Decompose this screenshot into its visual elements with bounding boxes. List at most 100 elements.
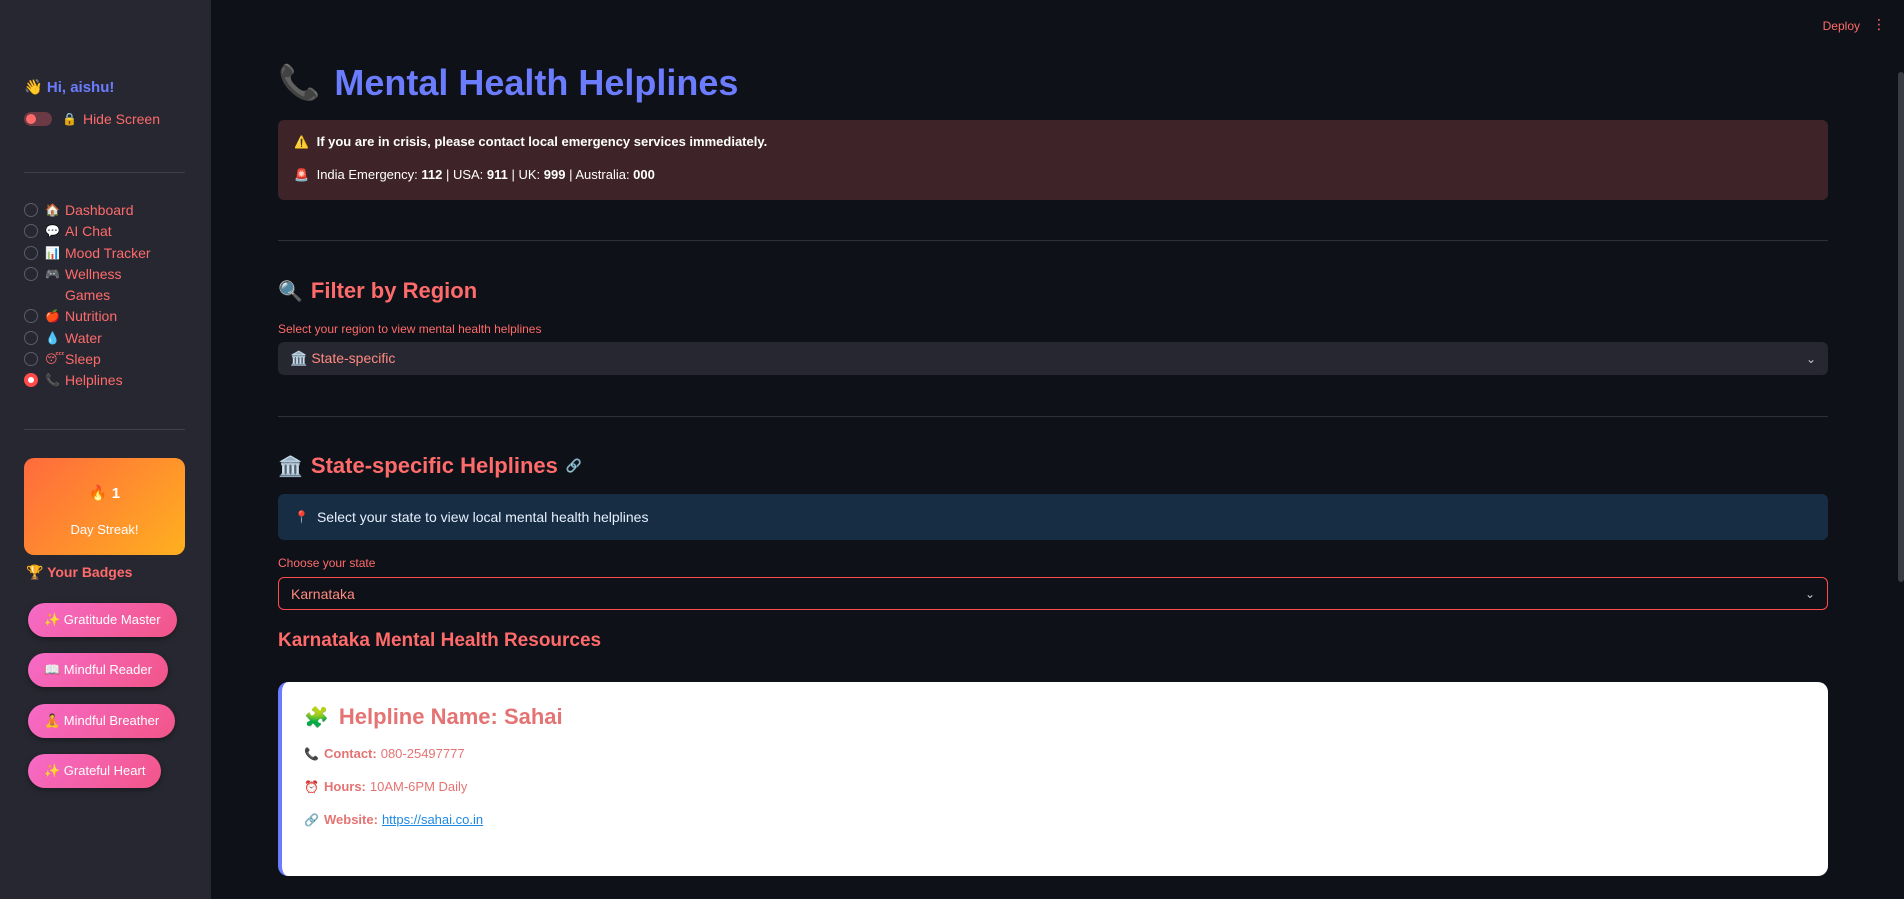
deploy-button[interactable]: Deploy — [1823, 19, 1860, 33]
hours-label: Hours: — [324, 779, 366, 794]
sidebar: 👋 Hi, aishu! 🔒 Hide Screen 🏠 Dashboard 💬… — [0, 0, 211, 899]
state-select-label: Choose your state — [278, 556, 376, 570]
more-menu-icon[interactable]: ⋮ — [1872, 16, 1886, 33]
crisis-warning: ⚠️ If you are in crisis, please contact … — [294, 134, 1812, 149]
sleeping-face-icon: 😴 — [45, 352, 65, 367]
hours-value: 10AM-6PM Daily — [369, 779, 468, 794]
badges-title-text: Your Badges — [47, 564, 133, 580]
radio-selected-icon[interactable] — [24, 373, 38, 388]
divider — [24, 429, 185, 430]
nav-item-water[interactable]: 💧 Water — [24, 328, 194, 349]
streak-card: 🔥 1 Day Streak! — [24, 458, 185, 555]
nav-label: Sleep — [65, 351, 101, 368]
badge: ✨ Gratitude Master — [28, 603, 177, 637]
badges-heading: 🏆 Your Badges — [26, 564, 132, 581]
hide-screen-row: 🔒 Hide Screen — [24, 111, 160, 127]
usa-label: | USA: — [442, 167, 487, 182]
india-label: India Emergency: — [316, 167, 422, 182]
nav-item-ai-chat[interactable]: 💬 AI Chat — [24, 221, 194, 242]
streak-count: 🔥 1 — [24, 484, 185, 502]
alarm-clock-icon: ⏰ — [304, 779, 319, 794]
australia-number: 000 — [633, 167, 655, 182]
phone-icon: 📞 — [304, 746, 319, 761]
resources-title: Karnataka Mental Health Resources — [278, 630, 602, 651]
divider — [24, 172, 185, 173]
website-label: Website: — [324, 812, 378, 827]
phone-icon: 📞 — [278, 64, 321, 102]
radio-icon[interactable] — [24, 245, 38, 260]
radio-icon[interactable] — [24, 352, 38, 367]
helpline-name-text: Helpline Name: Sahai — [338, 704, 563, 729]
radio-icon[interactable] — [24, 224, 38, 239]
usa-number: 911 — [486, 167, 508, 182]
chevron-down-icon: ⌄ — [1805, 351, 1816, 366]
contact-row: 📞 Contact: 080-25497777 — [304, 746, 1806, 761]
nav-label: Nutrition — [65, 308, 118, 325]
gamepad-icon: 🎮 — [45, 266, 60, 281]
hide-screen-label: Hide Screen — [82, 111, 160, 127]
nav-label: Wellness Games — [65, 265, 122, 303]
radio-icon[interactable] — [24, 309, 38, 324]
nav-item-wellness-games[interactable]: 🎮 Wellness Games — [24, 264, 194, 307]
nav-radio-group: 🏠 Dashboard 💬 AI Chat 📊 Mood Tracker 🎮 W… — [24, 200, 194, 392]
lock-icon: 🔒 — [62, 112, 77, 126]
phone-icon: 📞 — [45, 373, 60, 388]
main-area: Deploy ⋮ 📞 Mental Health Helplines ⚠️ If… — [211, 0, 1904, 899]
nav-label: Water — [65, 329, 102, 346]
nav-label: AI Chat — [65, 223, 112, 240]
badge: ✨ Grateful Heart — [28, 754, 162, 788]
magnifier-icon: 🔍 — [278, 280, 303, 303]
nav-label: Helplines — [65, 372, 123, 389]
house-icon: 🏠 — [45, 203, 60, 217]
state-select[interactable]: Karnataka ⌄ — [278, 577, 1828, 610]
chevron-down-icon: ⌄ — [1804, 586, 1815, 601]
page-title: 📞 Mental Health Helplines — [278, 62, 738, 104]
link-icon[interactable]: 🔗 — [566, 458, 582, 474]
trophy-icon: 🏆 — [26, 564, 44, 580]
apple-icon: 🍎 — [45, 309, 60, 324]
crisis-alert: ⚠️ If you are in crisis, please contact … — [278, 120, 1828, 200]
nav-label: Dashboard — [65, 202, 134, 218]
radio-icon[interactable] — [24, 330, 38, 345]
nav-item-dashboard[interactable]: 🏠 Dashboard — [24, 200, 194, 221]
wave-icon: 👋 — [24, 79, 43, 96]
india-number: 112 — [421, 167, 443, 182]
region-select[interactable]: 🏛️ State-specific ⌄ — [278, 342, 1828, 375]
badge: 📖 Mindful Reader — [28, 653, 168, 687]
radio-icon[interactable] — [24, 266, 38, 281]
divider — [278, 240, 1828, 241]
streak-number: 1 — [111, 485, 121, 502]
state-info-box: 📍 Select your state to view local mental… — [278, 494, 1828, 540]
state-info-text: Select your state to view local mental h… — [316, 509, 649, 525]
website-row: 🔗 Website: https://sahai.co.in — [304, 812, 1806, 827]
contact-label: Contact: — [324, 746, 377, 761]
siren-icon: 🚨 — [294, 168, 309, 182]
filter-heading-text: Filter by Region — [310, 278, 478, 303]
nav-item-nutrition[interactable]: 🍎 Nutrition — [24, 306, 194, 327]
helpline-name: 🧩 Helpline Name: Sahai — [304, 704, 1806, 730]
radio-icon[interactable] — [24, 203, 38, 217]
bar-chart-icon: 📊 — [45, 245, 60, 260]
nav-label: Mood Tracker — [65, 244, 151, 261]
helpline-card: 🧩 Helpline Name: Sahai 📞 Contact: 080-25… — [278, 682, 1828, 876]
uk-label: | UK: — [507, 167, 544, 182]
scrollbar[interactable] — [1898, 72, 1904, 582]
hide-screen-toggle[interactable] — [24, 112, 52, 126]
warning-icon: ⚠️ — [294, 135, 309, 149]
website-link[interactable]: https://sahai.co.in — [382, 812, 483, 827]
building-icon: 🏛️ — [278, 455, 303, 478]
greeting: 👋 Hi, aishu! — [24, 78, 114, 96]
state-heading-text: State-specific Helplines — [310, 453, 558, 478]
page-title-text: Mental Health Helplines — [334, 62, 739, 103]
nav-item-helplines[interactable]: 📞 Helplines — [24, 370, 194, 391]
region-select-label: Select your region to view mental health… — [278, 322, 542, 336]
badge: 🧘 Mindful Breather — [28, 704, 176, 738]
emergency-numbers: 🚨 India Emergency: 112 | USA: 911 | UK: … — [294, 167, 1812, 182]
nav-item-mood-tracker[interactable]: 📊 Mood Tracker — [24, 243, 194, 264]
filter-heading: 🔍 Filter by Region — [278, 278, 477, 304]
nav-item-sleep[interactable]: 😴 Sleep — [24, 349, 194, 370]
crisis-warning-text: If you are in crisis, please contact loc… — [316, 134, 768, 149]
uk-number: 999 — [543, 167, 566, 182]
fire-icon: 🔥 — [88, 485, 108, 502]
divider — [278, 416, 1828, 417]
